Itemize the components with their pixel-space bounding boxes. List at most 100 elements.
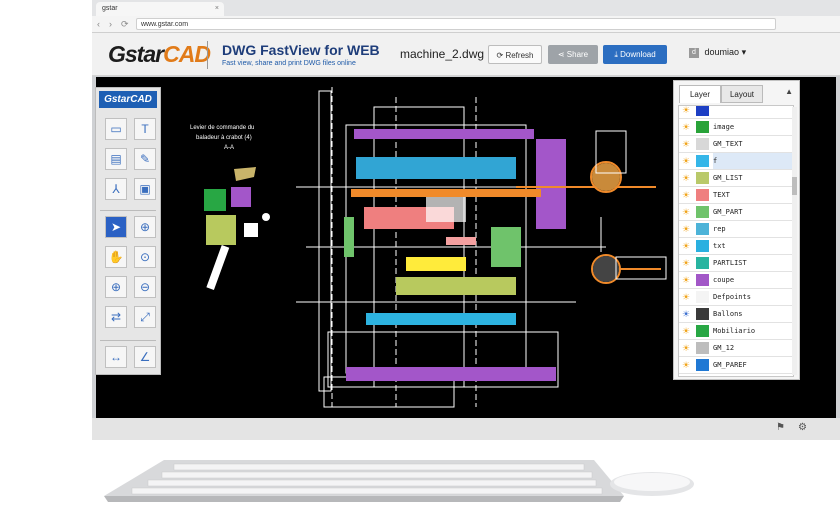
image-icon[interactable]: ▣ [134, 178, 156, 200]
avatar: d [689, 47, 699, 58]
edit-icon[interactable]: ✎ [134, 148, 156, 170]
layer-scroll-thumb[interactable] [792, 177, 797, 195]
layer-color-swatch[interactable] [696, 376, 709, 377]
tab-layout[interactable]: Layout [721, 85, 763, 103]
zoom-out-icon[interactable]: ⊖ [134, 276, 156, 298]
measure-angle-icon[interactable]: ∠ [134, 346, 156, 368]
settings-icon[interactable]: ⚙ [798, 422, 807, 433]
bulb-on-icon[interactable]: ☀ [682, 173, 690, 183]
open-file-icon[interactable]: ▭ [105, 118, 127, 140]
layer-row[interactable]: ☀ rep [679, 221, 793, 238]
app-title: DWG FastView for WEB [222, 42, 380, 58]
layer-name: Mobiliario [713, 327, 756, 335]
layer-row[interactable]: ☀ Defpoints [679, 289, 793, 306]
pan-icon[interactable]: ✋ [105, 246, 127, 268]
layer-row[interactable]: ☀ PARTLIST [679, 255, 793, 272]
layer-color-swatch[interactable] [696, 291, 709, 303]
bulb-on-icon[interactable]: ☀ [682, 292, 690, 302]
layer-color-swatch[interactable] [696, 257, 709, 269]
bulb-off-icon[interactable]: ☀ [682, 309, 690, 319]
bulb-on-icon[interactable]: ☀ [682, 106, 690, 115]
url-input[interactable]: www.gstar.com [136, 18, 776, 30]
user-name: doumiao [704, 47, 740, 57]
layer-row[interactable]: ☀ coupe [679, 272, 793, 289]
bulb-on-icon[interactable]: ☀ [682, 122, 690, 132]
zoom-in-icon[interactable]: ⊕ [105, 276, 127, 298]
layer-row[interactable]: ☀ txt [679, 238, 793, 255]
bulb-on-icon[interactable]: ☀ [682, 360, 690, 370]
layer-color-swatch[interactable] [696, 240, 709, 252]
bulb-on-icon[interactable]: ☀ [682, 275, 690, 285]
regen-icon[interactable]: ⇄ [105, 306, 127, 328]
pdf-icon[interactable]: ⅄ [105, 178, 127, 200]
layer-color-swatch[interactable] [696, 155, 709, 167]
forward-icon[interactable]: › [109, 17, 112, 31]
bulb-on-icon[interactable]: ☀ [682, 241, 690, 251]
tab-close-icon[interactable]: × [215, 2, 219, 16]
layer-row[interactable]: ☀ GM_TEXT [679, 136, 793, 153]
keyboard-illustration [104, 460, 694, 502]
layer-row[interactable]: ☀ TEXT [679, 187, 793, 204]
bulb-on-icon[interactable]: ☀ [682, 139, 690, 149]
bulb-on-icon[interactable]: ☀ [682, 343, 690, 353]
layer-color-swatch[interactable] [696, 172, 709, 184]
layer-row[interactable]: ☀ f [679, 153, 793, 170]
layer-scrollbar[interactable] [792, 107, 797, 375]
zoom-icon[interactable]: ⊙ [134, 246, 156, 268]
layer-name [713, 106, 793, 118]
layer-row[interactable]: ☀ GM_LIST [679, 170, 793, 187]
layer-row[interactable]: ☀ GM_PART [679, 204, 793, 221]
browser-address-bar: ‹ › ⟳ www.gstar.com [92, 16, 840, 33]
layer-color-swatch[interactable] [696, 325, 709, 337]
layer-panel: Layer Layout ▲ ☀ ☀ image ☀ GM_TEXT ☀ f ☀ GM_LIST… [673, 80, 800, 380]
back-icon[interactable]: ‹ [97, 17, 100, 31]
layer-row[interactable]: ☀ image [679, 119, 793, 136]
collapse-icon[interactable]: ▲ [785, 87, 793, 96]
layer-color-swatch[interactable] [696, 138, 709, 150]
bulb-on-icon[interactable]: ☀ [682, 326, 690, 336]
layer-color-swatch[interactable] [696, 223, 709, 235]
refresh-button[interactable]: ⟳ Refresh [488, 45, 542, 64]
download-icon: ⤓ [614, 50, 618, 59]
layer-row[interactable]: ☀ [679, 106, 793, 119]
bulb-on-icon[interactable]: ☀ [682, 190, 690, 200]
print-icon[interactable]: ▤ [105, 148, 127, 170]
layer-row[interactable]: ☀ Ballons [679, 306, 793, 323]
flag-icon[interactable]: ⚑ [776, 422, 785, 433]
bulb-on-icon[interactable]: ☀ [682, 207, 690, 217]
layer-row[interactable]: ☀M [679, 374, 793, 377]
layer-color-swatch[interactable] [696, 342, 709, 354]
layer-row[interactable]: ☀ GM_12 [679, 340, 793, 357]
layer-name: Ballons [713, 310, 743, 318]
layer-row[interactable]: ☀ GM_PAREF [679, 357, 793, 374]
share-button[interactable]: ⋖ Share [548, 45, 598, 64]
layer-color-swatch[interactable] [696, 121, 709, 133]
select-icon[interactable]: ➤ [105, 216, 127, 238]
zoom-window-icon[interactable]: ⊕ [134, 216, 156, 238]
download-button[interactable]: ⤓ Download [603, 45, 667, 64]
gstarcad-logo[interactable]: GstarCAD [108, 41, 211, 68]
layer-color-swatch[interactable] [696, 206, 709, 218]
text-size-icon[interactable]: T [134, 118, 156, 140]
layer-color-swatch[interactable] [696, 106, 709, 116]
layer-name: PARTLIST [713, 259, 747, 267]
layer-color-swatch[interactable] [696, 274, 709, 286]
tab-layer[interactable]: Layer [679, 85, 721, 103]
layer-color-swatch[interactable] [696, 308, 709, 320]
user-menu[interactable]: d doumiao ▾ [689, 47, 746, 58]
measure-distance-icon[interactable]: ↔ [105, 346, 127, 368]
toolbar-divider [100, 340, 156, 341]
fullscreen-icon[interactable]: ⤢ [134, 306, 156, 328]
layer-name: Defpoints [713, 293, 751, 301]
bulb-on-icon[interactable]: ☀ [682, 258, 690, 268]
layer-color-swatch[interactable] [696, 189, 709, 201]
layer-name: txt [713, 242, 726, 250]
browser-tab[interactable]: gstar × [96, 2, 224, 16]
reload-icon[interactable]: ⟳ [121, 17, 129, 31]
bulb-on-icon[interactable]: ☀ [682, 224, 690, 234]
layer-color-swatch[interactable] [696, 359, 709, 371]
app-header: GstarCAD DWG FastView for WEB Fast view,… [92, 33, 840, 76]
layer-row[interactable]: ☀ Mobiliario [679, 323, 793, 340]
layer-name: GM_LIST [713, 174, 743, 182]
bulb-on-icon[interactable]: ☀ [682, 156, 690, 166]
